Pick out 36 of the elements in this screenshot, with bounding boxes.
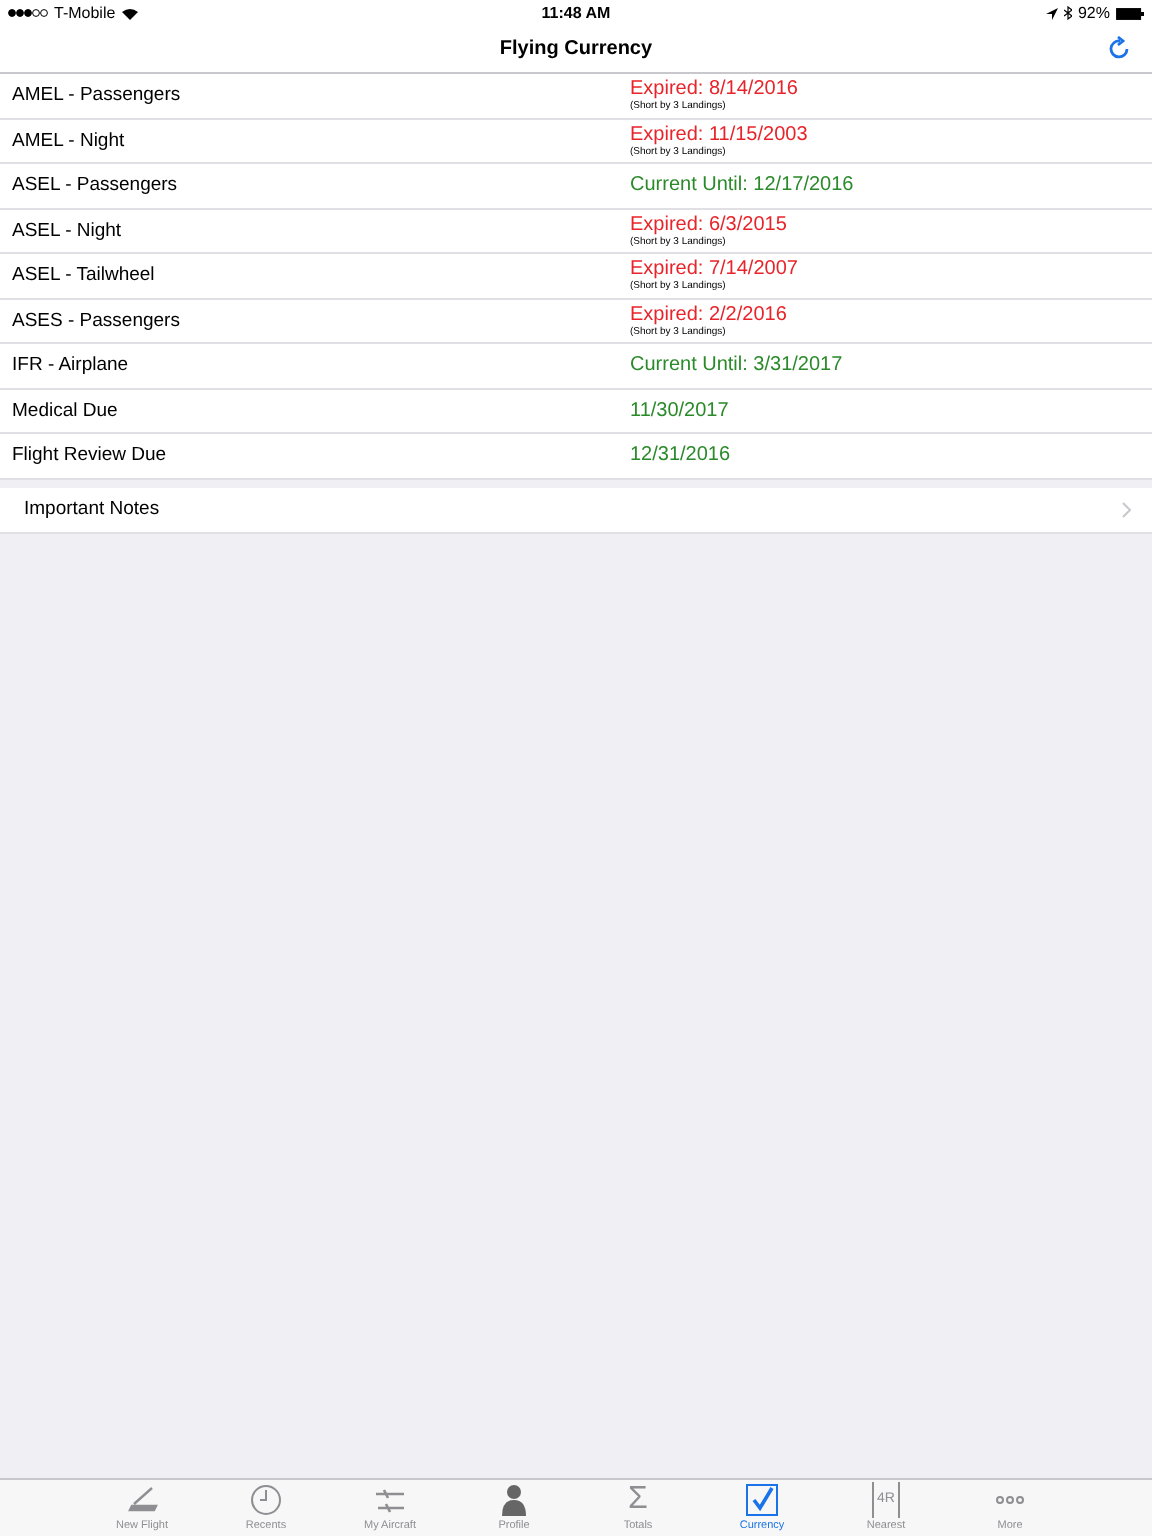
notes-row[interactable]: Important Notes	[0, 487, 1152, 533]
currency-status: Expired: 2/2/2016	[630, 303, 787, 326]
currency-status: 12/31/2016	[630, 444, 731, 467]
currency-label: AMEL - Night	[10, 129, 127, 152]
currency-label: Medical Due	[10, 399, 120, 422]
currency-status: Current Until: 3/31/2017	[630, 354, 843, 377]
more-icon	[996, 1496, 1024, 1504]
currency-label: AMEL - Passengers	[10, 84, 183, 107]
currency-label: ASEL - Night	[10, 219, 124, 242]
clock-time: 11:48 AM	[541, 4, 611, 22]
currency-status: Expired: 8/14/2016	[630, 78, 798, 101]
currency-status: Current Until: 12/17/2016	[630, 174, 854, 197]
currency-label: Flight Review Due	[10, 444, 169, 467]
currency-label: ASEL - Passengers	[10, 174, 180, 197]
battery-icon	[1115, 7, 1144, 19]
currency-label: ASES - Passengers	[10, 309, 182, 332]
battery-percent: 92%	[1077, 4, 1110, 22]
bluetooth-icon	[1063, 6, 1072, 20]
chevron-icon	[1122, 501, 1132, 517]
checkbox-icon	[744, 1482, 780, 1518]
location-icon	[1045, 7, 1058, 19]
person-icon	[496, 1482, 532, 1518]
currency-label: ASEL - Tailwheel	[10, 264, 157, 287]
carrier-name: T-Mobile	[54, 4, 116, 22]
screen-title: Flying Currency	[499, 38, 653, 60]
currency-status: Expired: 7/14/2007	[630, 258, 798, 281]
currency-label: IFR - Airplane	[10, 354, 131, 377]
signal-icon	[8, 8, 48, 18]
currency-status: Expired: 11/15/2003	[630, 123, 808, 146]
currency-status: 11/30/2017	[630, 399, 729, 422]
notes-label: Important Notes	[24, 498, 160, 520]
sigma-icon: Σ	[628, 1482, 648, 1518]
currency-status: Expired: 6/3/2015	[630, 213, 787, 236]
clock-icon	[248, 1482, 284, 1518]
refresh-icon[interactable]	[1106, 36, 1132, 62]
wifi-icon	[121, 7, 138, 19]
